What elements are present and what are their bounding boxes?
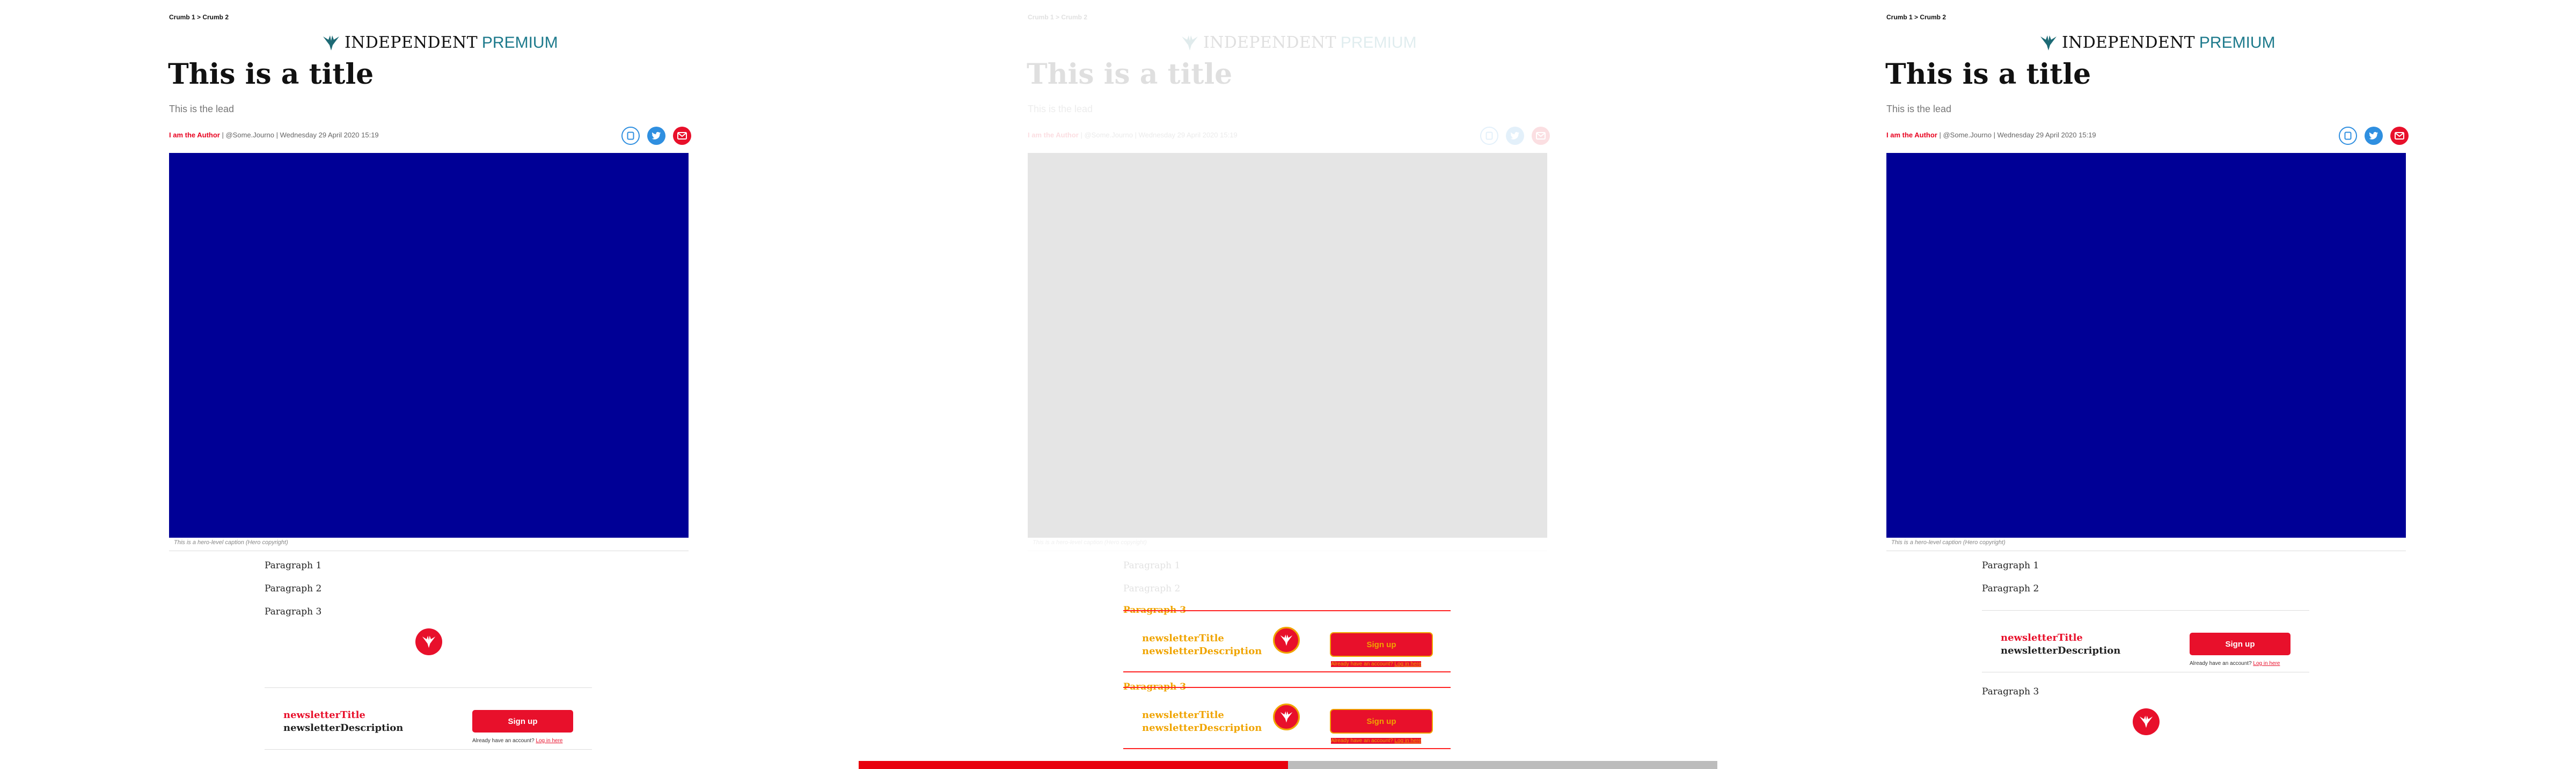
hero-image: [169, 153, 689, 538]
login-link[interactable]: Log in here: [2253, 661, 2280, 667]
site-logo[interactable]: INDEPENDENT PREMIUM: [322, 33, 558, 52]
paragraph-1: Paragraph 1: [1123, 560, 1181, 571]
article-panel-2: Crumb 1 > Crumb 2 INDEPENDENT PREMIUM Th…: [859, 0, 1717, 762]
share-bar: [1480, 127, 1550, 145]
bookmark-icon[interactable]: [1480, 127, 1498, 145]
share-bar: [621, 127, 691, 145]
breadcrumb[interactable]: Crumb 1 > Crumb 2: [1028, 13, 1087, 21]
login-prompt: Already have an account? Log in here: [1331, 738, 1422, 744]
author-link[interactable]: I am the Author: [1886, 131, 1937, 139]
byline: I am the Author | @Some.Journo | Wednesd…: [1886, 131, 2096, 139]
login-link[interactable]: Log in here: [1394, 738, 1421, 744]
email-icon[interactable]: [2390, 127, 2409, 145]
hero-caption: This is a hero-level caption (Hero copyr…: [1028, 539, 1547, 551]
newsletter-box: newsletterTitle newsletterDescription Si…: [265, 687, 592, 750]
login-prompt: Already have an account? Log in here: [2190, 661, 2280, 667]
login-link[interactable]: Log in here: [1394, 661, 1421, 667]
scroll-progress-fill: [859, 761, 1288, 769]
paragraph-3: Paragraph 3: [265, 606, 322, 617]
bookmark-icon[interactable]: [2339, 127, 2357, 145]
byline: I am the Author | @Some.Journo | Wednesd…: [1028, 131, 1238, 139]
eagle-icon: [2040, 35, 2057, 50]
newsletter-description: newsletterDescription: [2001, 645, 2121, 656]
login-prompt-text: Already have an account?: [1331, 738, 1393, 744]
paragraph-3: Paragraph 3: [1982, 686, 2039, 697]
newsletter-title: newsletterTitle: [283, 709, 365, 721]
logo-brand: INDEPENDENT: [1203, 33, 1336, 52]
newsletter-title: newsletterTitle: [1142, 709, 1224, 721]
author-link[interactable]: I am the Author: [1028, 131, 1079, 139]
newsletter-title: newsletterTitle: [1142, 633, 1224, 644]
paragraph-1: Paragraph 1: [265, 560, 322, 571]
share-bar: [2339, 127, 2409, 145]
eagle-emblem-icon: [2133, 708, 2160, 735]
login-prompt-text: Already have an account?: [2190, 661, 2252, 667]
email-icon[interactable]: [1532, 127, 1550, 145]
logo-brand: INDEPENDENT: [2062, 33, 2195, 52]
newsletter-box: newsletterTitle newsletterDescription Si…: [1123, 610, 1451, 672]
email-icon[interactable]: [673, 127, 691, 145]
byline: I am the Author | @Some.Journo | Wednesd…: [169, 131, 379, 139]
site-logo[interactable]: INDEPENDENT PREMIUM: [1181, 33, 1417, 52]
login-prompt: Already have an account? Log in here: [1331, 661, 1422, 667]
twitter-icon[interactable]: [1506, 127, 1524, 145]
hero-image: [1886, 153, 2406, 538]
newsletter-box-copy: newsletterTitle newsletterDescription Si…: [1123, 687, 1451, 749]
newsletter-title: newsletterTitle: [2001, 632, 2083, 643]
signup-button[interactable]: Sign up: [1331, 633, 1432, 656]
eagle-icon: [1182, 35, 1198, 50]
article-lead: This is the lead: [1028, 104, 1093, 114]
eagle-emblem-icon: [1273, 704, 1300, 730]
article-panel-3: Crumb 1 > Crumb 2 INDEPENDENT PREMIUM Th…: [1717, 0, 2576, 762]
article-panel-1: Crumb 1 > Crumb 2 INDEPENDENT PREMIUM Th…: [0, 0, 859, 762]
hero-caption: This is a hero-level caption (Hero copyr…: [169, 539, 689, 551]
paragraph-2: Paragraph 2: [1982, 583, 2039, 594]
article-title: This is a title: [1027, 58, 1233, 91]
signup-button[interactable]: Sign up: [2190, 633, 2290, 655]
site-logo[interactable]: INDEPENDENT PREMIUM: [2039, 33, 2275, 52]
signup-button[interactable]: Sign up: [1331, 710, 1432, 733]
paragraph-1: Paragraph 1: [1982, 560, 2039, 571]
logo-brand: INDEPENDENT: [345, 33, 478, 52]
byline-meta: | @Some.Journo | Wednesday 29 April 2020…: [222, 131, 379, 139]
newsletter-description: newsletterDescription: [283, 722, 404, 734]
bookmark-icon[interactable]: [621, 127, 640, 145]
article-lead: This is the lead: [1886, 104, 1952, 114]
login-prompt-text: Already have an account?: [472, 738, 535, 744]
login-link[interactable]: Log in here: [536, 738, 562, 744]
eagle-emblem-icon: [415, 628, 442, 655]
newsletter-box: newsletterTitle newsletterDescription Si…: [1982, 610, 2309, 672]
byline-meta: | @Some.Journo | Wednesday 29 April 2020…: [1939, 131, 2096, 139]
eagle-emblem-icon: [1273, 627, 1300, 654]
article-lead: This is the lead: [169, 104, 235, 114]
scroll-progress-bar: [859, 761, 1717, 769]
breadcrumb[interactable]: Crumb 1 > Crumb 2: [1886, 13, 1946, 21]
paragraph-2: Paragraph 2: [1123, 583, 1181, 594]
logo-premium: PREMIUM: [1340, 33, 1417, 52]
eagle-icon: [323, 35, 339, 50]
article-title: This is a title: [168, 58, 374, 91]
twitter-icon[interactable]: [647, 127, 665, 145]
paragraph-2: Paragraph 2: [265, 583, 322, 594]
login-prompt: Already have an account? Log in here: [472, 738, 562, 744]
twitter-icon[interactable]: [2365, 127, 2383, 145]
logo-premium: PREMIUM: [481, 33, 558, 52]
byline-meta: | @Some.Journo | Wednesday 29 April 2020…: [1080, 131, 1238, 139]
article-title: This is a title: [1885, 58, 2091, 91]
newsletter-description: newsletterDescription: [1142, 722, 1262, 734]
signup-button[interactable]: Sign up: [472, 710, 573, 733]
hero-caption: This is a hero-level caption (Hero copyr…: [1886, 539, 2406, 551]
breadcrumb[interactable]: Crumb 1 > Crumb 2: [169, 13, 229, 21]
author-link[interactable]: I am the Author: [169, 131, 220, 139]
newsletter-description: newsletterDescription: [1142, 646, 1262, 657]
login-prompt-text: Already have an account?: [1331, 661, 1393, 667]
hero-image-placeholder: [1028, 153, 1547, 538]
logo-premium: PREMIUM: [2199, 33, 2275, 52]
